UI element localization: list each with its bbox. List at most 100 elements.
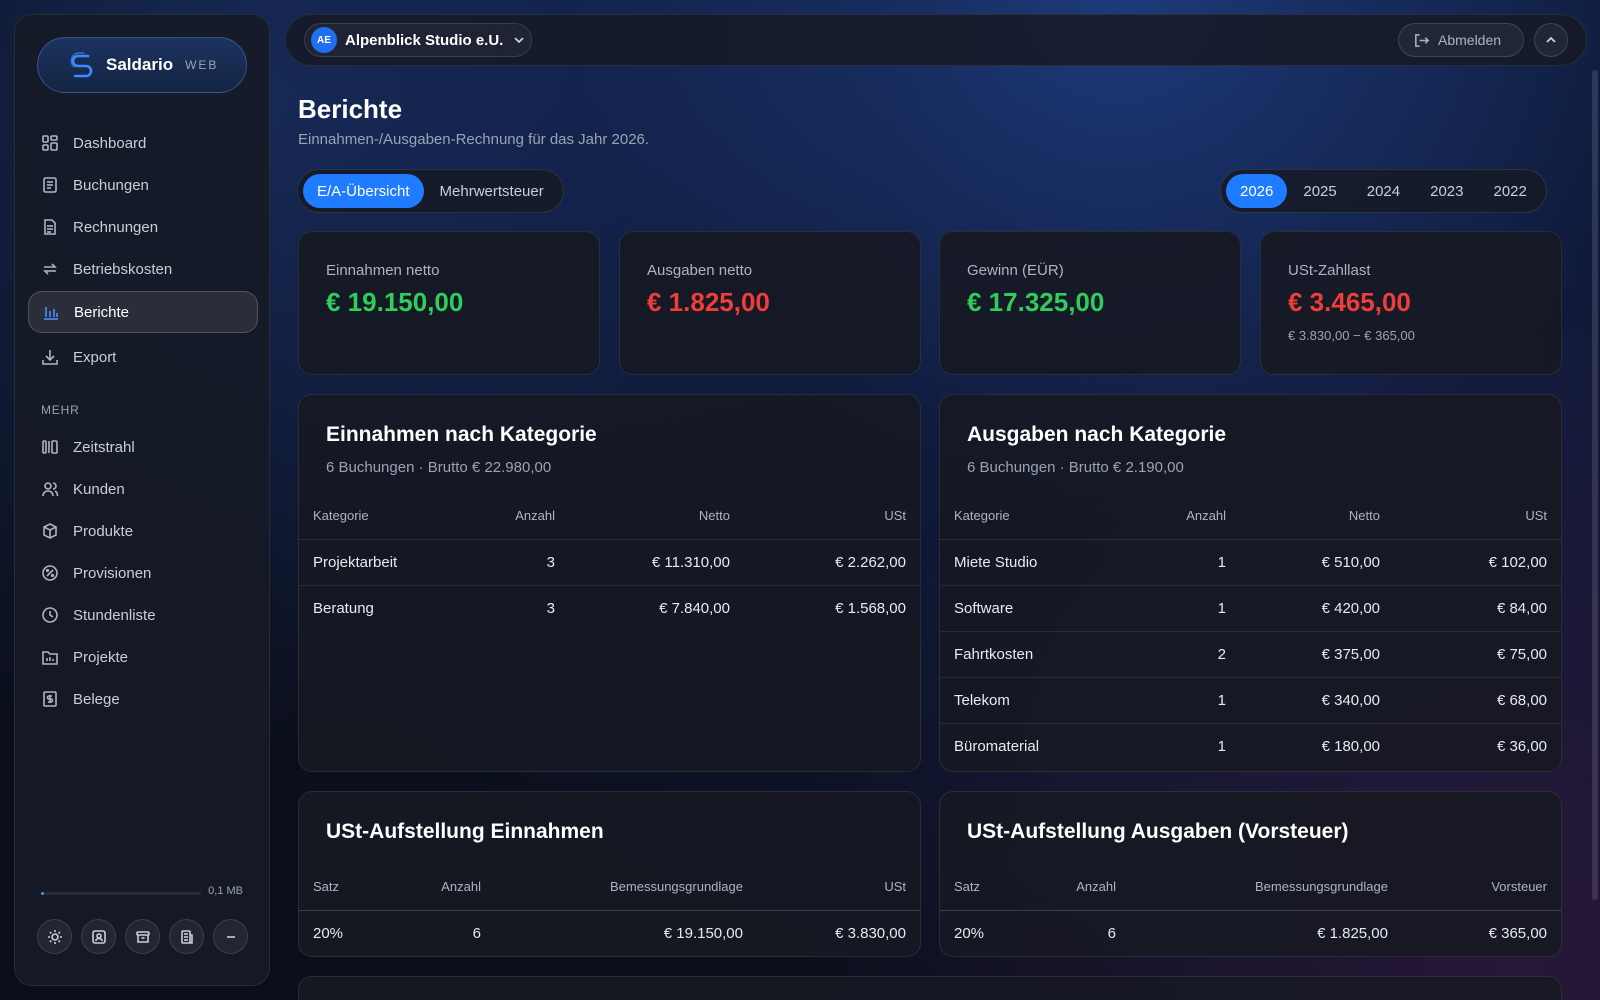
card-subtitle: 6 Buchungen · Brutto € 2.190,00 [967,459,1184,476]
column-header: Anzahl [469,493,569,540]
sidebar-item-berichte[interactable]: Berichte [28,291,258,333]
column-header: Satz [299,864,399,911]
column-header: Bemessungsgrundlage [1130,864,1402,911]
kpi-note: € 3.830,00 − € 365,00 [1288,328,1415,343]
sidebar-item-betriebskosten[interactable]: Betriebskosten [28,249,258,289]
column-header: Anzahl [1050,864,1130,911]
column-header: Netto [569,493,744,540]
sidebar-item-provisionen[interactable]: Provisionen [28,553,258,593]
folder-chart-icon [42,651,58,665]
nav-section-label: MEHR [41,403,80,417]
cell-vat: € 365,00 [1488,924,1547,942]
sidebar-item-produkte[interactable]: Produkte [28,511,258,551]
sidebar-item-buchungen[interactable]: Buchungen [28,165,258,205]
sidebar-item-label: Zeitstrahl [73,438,135,456]
logout-icon [1415,33,1430,47]
table-row: Projektarbeit 3 € 11.310,00 € 2.262,00 [299,539,920,586]
cell-net: € 180,00 [1321,737,1380,755]
kpi-label: Einnahmen netto [326,262,440,279]
tab-ea-uebersicht[interactable]: E/A-Übersicht [303,174,424,208]
sidebar-item-stundenliste[interactable]: Stundenliste [28,595,258,635]
brand-button[interactable]: Saldario WEB [37,37,247,93]
year-2023[interactable]: 2023 [1416,174,1477,208]
sidebar-item-belege[interactable]: Belege [28,679,258,719]
year-selector: 2026 2025 2024 2023 2022 [1220,169,1547,213]
expenses-table: Kategorie Anzahl Netto USt Miete Studio … [940,493,1561,769]
income-table: Kategorie Anzahl Netto USt Projektarbeit… [299,493,920,631]
kpi-ust-zahllast: USt-Zahllast € 3.465,00 € 3.830,00 − € 3… [1260,231,1562,375]
sidebar-item-zeitstrahl[interactable]: Zeitstrahl [28,427,258,467]
table-row: Büromaterial 1 € 180,00 € 36,00 [940,723,1561,769]
kpi-gewinn: Gewinn (EÜR) € 17.325,00 [939,231,1241,375]
table-row: Software 1 € 420,00 € 84,00 [940,585,1561,632]
sidebar-item-export[interactable]: Export [28,337,258,377]
year-2026[interactable]: 2026 [1226,174,1288,208]
sidebar-item-dashboard[interactable]: Dashboard [28,123,258,163]
sidebar-item-projekte[interactable]: Projekte [28,637,258,677]
table-row: 20% 6 € 19.150,00 € 3.830,00 [299,910,920,956]
kpi-value: € 1.825,00 [647,287,770,317]
sidebar-item-label: Rechnungen [73,218,159,236]
report-tabs: E/A-Übersicht Mehrwertsteuer [297,169,564,213]
table-row: Beratung 3 € 7.840,00 € 1.568,00 [299,585,920,631]
page-title: Berichte [298,94,403,124]
cell-count: 1 [1217,737,1226,755]
cell-count: 1 [1110,539,1240,586]
theme-toggle-button[interactable] [37,919,72,954]
company-button[interactable] [169,919,204,954]
column-header: Kategorie [299,493,469,540]
sidebar-item-rechnungen[interactable]: Rechnungen [28,207,258,247]
column-header: Kategorie [940,493,1110,540]
download-icon [42,350,58,365]
tab-mehrwertsteuer[interactable]: Mehrwertsteuer [426,174,558,208]
vat-expenses-table: Satz Anzahl Bemessungsgrundlage Vorsteue… [940,864,1561,956]
cell-net: € 375,00 [1240,631,1394,678]
cell-net: € 11.310,00 [569,539,744,586]
sidebar-item-kunden[interactable]: Kunden [28,469,258,509]
organization-select[interactable]: AE Alpenblick Studio e.U. [304,23,532,57]
archive-button[interactable] [125,919,160,954]
repeat-icon [43,263,57,275]
column-header: USt [1394,493,1561,540]
year-2024[interactable]: 2024 [1353,174,1414,208]
storage-fill [41,892,44,895]
sidebar-tools [37,919,248,954]
cell-net: € 420,00 [1240,585,1394,632]
grid-icon [42,135,58,151]
sidebar-item-label: Dashboard [73,134,147,152]
cell-count: 3 [546,599,555,617]
vat-income-table: Satz Anzahl Bemessungsgrundlage USt 20% … [299,864,920,956]
cell-vat: € 68,00 [1394,677,1561,724]
cell-vat: € 1.568,00 [835,599,906,617]
page-subtitle: Einnahmen-/Ausgaben-Rechnung für das Jah… [298,131,650,148]
contact-icon [91,929,106,944]
cell-base: € 19.150,00 [663,924,743,942]
cell-category: Miete Studio [940,539,1110,586]
collapse-button[interactable] [1534,23,1568,57]
year-2025[interactable]: 2025 [1289,174,1350,208]
cell-count: 6 [1107,924,1116,942]
sidebar: Saldario WEB Dashboard Buchungen Rechnun… [14,14,270,986]
cell-count: 1 [1110,677,1240,724]
kpi-label: Gewinn (EÜR) [967,262,1064,279]
sidebar-item-label: Produkte [73,522,134,540]
minus-icon [226,935,235,938]
minimize-button[interactable] [213,919,248,954]
sidebar-item-label: Provisionen [73,564,152,582]
page-scrollbar[interactable] [1592,70,1598,900]
income-by-category-card: Einnahmen nach Kategorie 6 Buchungen · B… [298,394,921,772]
cell-vat: € 2.262,00 [744,539,920,586]
column-header: Bemessungsgrundlage [495,864,757,911]
archive-icon [135,930,150,943]
logout-button[interactable]: Abmelden [1398,23,1524,57]
storage-indicator: 0,1 MB [41,885,243,901]
kpi-ausgaben: Ausgaben netto € 1.825,00 [619,231,921,375]
cell-net: € 510,00 [1240,539,1394,586]
storage-used: 0,1 MB [208,885,243,897]
cell-vat: € 36,00 [1496,737,1547,755]
package-icon [43,523,57,539]
sidebar-item-label: Betriebskosten [73,260,173,278]
cell-base: € 1.825,00 [1317,924,1388,942]
profile-button[interactable] [81,919,116,954]
year-2022[interactable]: 2022 [1480,174,1541,208]
